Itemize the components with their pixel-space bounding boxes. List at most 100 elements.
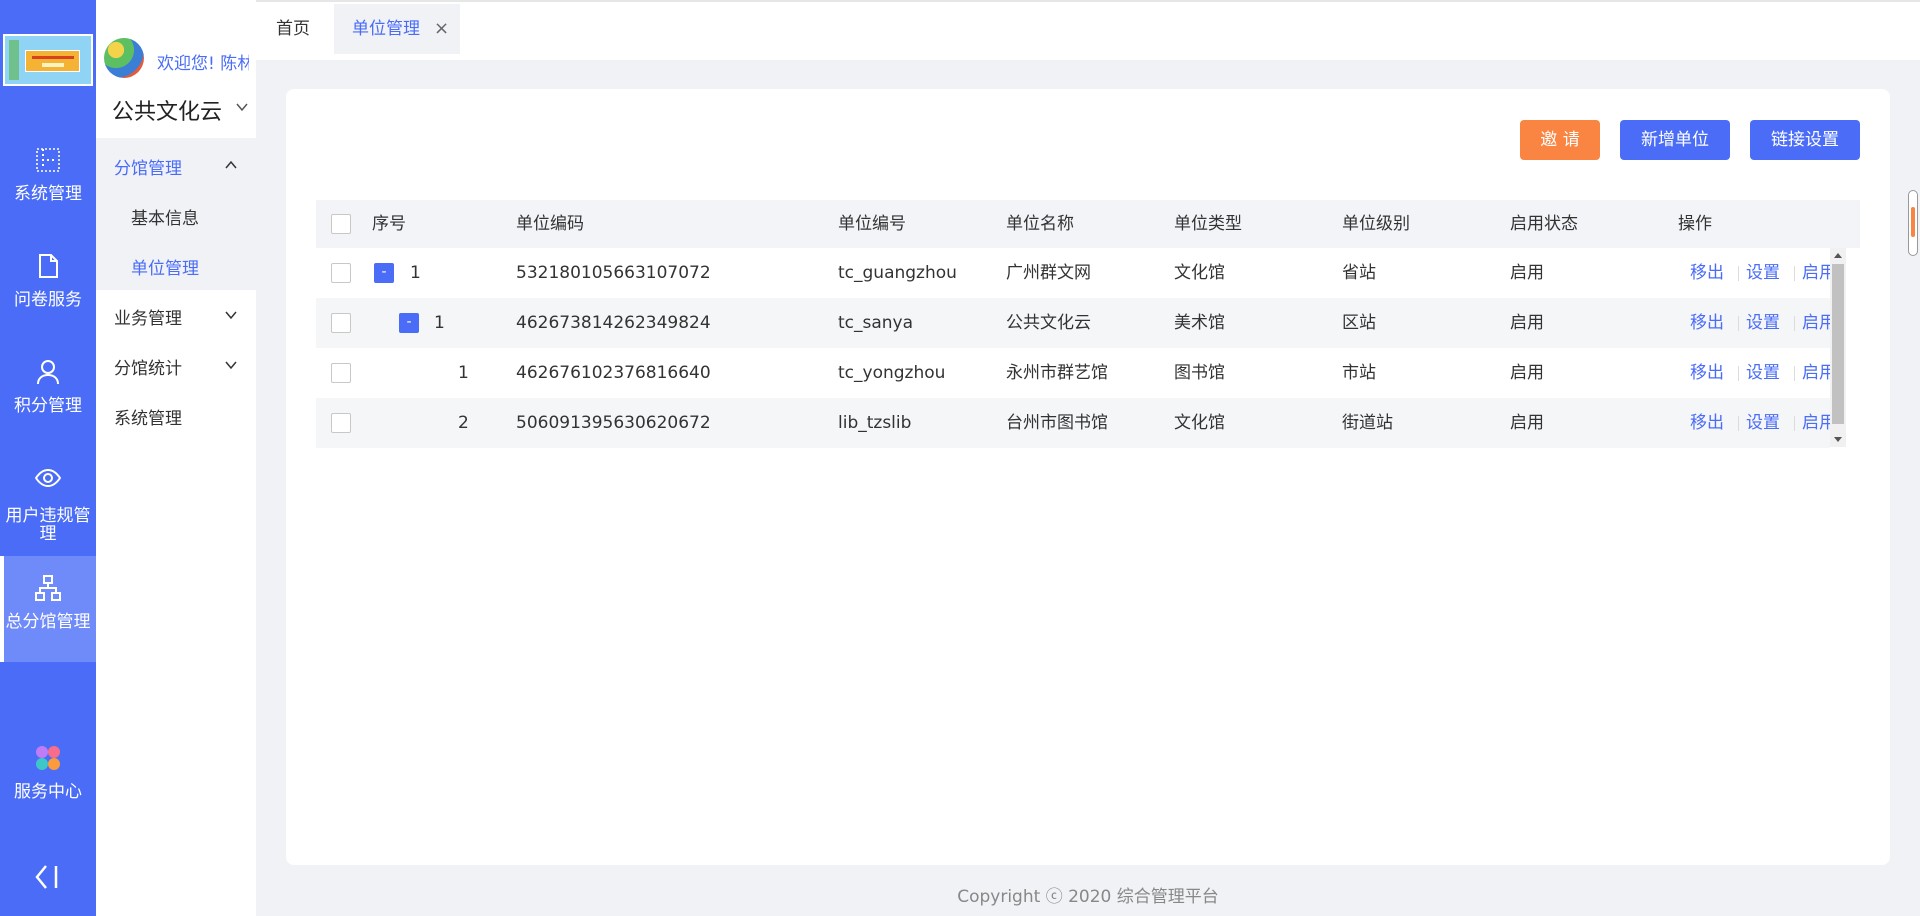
- row-checkbox[interactable]: [331, 263, 351, 283]
- org-chart-icon: [35, 575, 61, 601]
- menu-system-mgmt[interactable]: 系统管理: [114, 404, 182, 429]
- menu-branch-stats[interactable]: 分馆统计: [114, 354, 182, 379]
- divider: [1738, 266, 1739, 281]
- cell-code: 506091395630620672: [516, 413, 711, 433]
- row-checkbox[interactable]: [331, 313, 351, 333]
- cell-type: 图书馆: [1174, 363, 1225, 383]
- chevron-down-icon[interactable]: [235, 100, 249, 114]
- rail-item-branch-mgmt[interactable]: 总分馆管理: [0, 556, 96, 662]
- rail-label-points: 积分管理: [14, 396, 82, 416]
- divider: [1794, 266, 1795, 281]
- cell-code: 532180105663107072: [516, 263, 711, 283]
- divider: [1738, 416, 1739, 431]
- header-status: 启用状态: [1510, 214, 1578, 234]
- enable-link[interactable]: 启用: [1802, 398, 1830, 448]
- divider: [1738, 316, 1739, 331]
- row-checkbox[interactable]: [331, 413, 351, 433]
- enable-link[interactable]: 启用: [1802, 248, 1830, 298]
- table-row: - 1 532180105663107072 tc_guangzhou 广州群文…: [316, 248, 1830, 298]
- cell-number: tc_sanya: [838, 313, 914, 333]
- collapse-icon[interactable]: [32, 862, 64, 892]
- cell-seq: 1: [458, 363, 469, 383]
- menu-business-mgmt[interactable]: 业务管理: [114, 304, 182, 329]
- enable-link[interactable]: 启用: [1802, 298, 1830, 348]
- settings-link[interactable]: 设置: [1746, 398, 1780, 448]
- document-icon: [39, 254, 58, 278]
- divider: [1738, 366, 1739, 381]
- logo-stripe: [9, 40, 19, 80]
- cell-number: lib_tzslib: [838, 413, 912, 433]
- cell-seq: 1: [434, 313, 445, 333]
- menu-branch-mgmt[interactable]: 分馆管理: [114, 154, 182, 179]
- chevron-down-icon[interactable]: [224, 308, 238, 322]
- scroll-down-icon[interactable]: [1834, 437, 1842, 442]
- collapse-row-icon[interactable]: -: [374, 263, 394, 283]
- header-seq: 序号: [372, 214, 406, 234]
- avatar[interactable]: [104, 38, 144, 78]
- app-logo[interactable]: [3, 34, 93, 86]
- cell-status: 启用: [1510, 263, 1544, 283]
- enable-link[interactable]: 启用: [1802, 348, 1830, 398]
- select-all-checkbox[interactable]: [331, 214, 351, 234]
- rail-item-points[interactable]: 积分管理: [0, 342, 96, 448]
- chevron-down-icon[interactable]: [224, 358, 238, 372]
- cell-code: 462673814262349824: [516, 313, 711, 333]
- row-checkbox[interactable]: [331, 363, 351, 383]
- row-actions: 移出 设置 启用: [1682, 298, 1830, 348]
- move-out-link[interactable]: 移出: [1690, 348, 1724, 398]
- rail-label-service-center: 服务中心: [14, 782, 82, 802]
- move-out-link[interactable]: 移出: [1690, 398, 1724, 448]
- cell-seq: 1: [410, 263, 421, 283]
- rail-item-system[interactable]: 系统管理: [0, 130, 96, 236]
- units-table: 序号 单位编码 单位编号 单位名称 单位类型 单位级别 启用状态 操作 - 1 …: [316, 200, 1860, 448]
- cell-code: 462676102376816640: [516, 363, 711, 383]
- close-icon[interactable]: ×: [434, 4, 449, 54]
- page-scrollbar[interactable]: [1908, 190, 1918, 256]
- tab-unit-mgmt-label: 单位管理: [352, 19, 420, 39]
- row-actions: 移出 设置 启用: [1682, 398, 1830, 448]
- settings-link[interactable]: 设置: [1746, 248, 1780, 298]
- petals-icon: [36, 746, 60, 770]
- settings-link[interactable]: 设置: [1746, 348, 1780, 398]
- rail-label-violations-1: 用户违规管: [5, 506, 91, 526]
- row-actions: 移出 设置 启用: [1682, 248, 1830, 298]
- table-scrollbar[interactable]: [1830, 248, 1846, 447]
- invite-button[interactable]: 邀 请: [1520, 120, 1600, 160]
- tab-home[interactable]: 首页: [276, 4, 310, 54]
- table-header: 序号 单位编码 单位编号 单位名称 单位类型 单位级别 启用状态 操作: [316, 200, 1860, 248]
- cell-number: tc_yongzhou: [838, 363, 946, 383]
- collapse-row-icon[interactable]: -: [399, 313, 419, 333]
- cell-seq: 2: [458, 413, 469, 433]
- left-rail: 系统管理 问卷服务 积分管理 用户违规管 理 总分馆管理 服务中心: [0, 0, 96, 916]
- menu-basic-info[interactable]: 基本信息: [131, 204, 199, 229]
- move-out-link[interactable]: 移出: [1690, 298, 1724, 348]
- tab-unit-mgmt[interactable]: 单位管理 ×: [334, 4, 460, 54]
- header-code: 单位编码: [516, 214, 584, 234]
- rail-item-violations[interactable]: 用户违规管 理: [0, 448, 96, 554]
- settings-link[interactable]: 设置: [1746, 298, 1780, 348]
- divider: [1794, 366, 1795, 381]
- scroll-up-icon[interactable]: [1834, 253, 1842, 258]
- table-row: 1 462676102376816640 tc_yongzhou 永州市群艺馆 …: [316, 348, 1830, 398]
- cell-level: 市站: [1342, 363, 1376, 383]
- cell-name: 永州市群艺馆: [1006, 363, 1108, 383]
- cell-level: 省站: [1342, 263, 1376, 283]
- menu-unit-mgmt[interactable]: 单位管理: [131, 254, 199, 279]
- tab-bar: 首页 单位管理 ×: [256, 0, 1920, 60]
- link-settings-button[interactable]: 链接设置: [1750, 120, 1860, 160]
- rail-label-system: 系统管理: [14, 184, 82, 204]
- rail-label-violations-2: 理: [39, 524, 57, 544]
- cell-name: 台州市图书馆: [1006, 413, 1108, 433]
- cell-name: 公共文化云: [1006, 313, 1091, 333]
- rail-item-survey[interactable]: 问卷服务: [0, 236, 96, 342]
- cell-type: 美术馆: [1174, 313, 1225, 333]
- chevron-up-icon[interactable]: [224, 158, 238, 172]
- add-unit-button[interactable]: 新增单位: [1620, 120, 1730, 160]
- header-number: 单位编号: [838, 214, 906, 234]
- rail-item-service-center[interactable]: 服务中心: [0, 730, 96, 836]
- divider: [1794, 416, 1795, 431]
- move-out-link[interactable]: 移出: [1690, 248, 1724, 298]
- secondary-sidebar: 欢迎您! 陈林 公共文化云 分馆管理 基本信息 单位管理 业务管理 分馆统计 系…: [96, 0, 256, 916]
- org-selector[interactable]: 公共文化云: [112, 94, 222, 126]
- scroll-thumb[interactable]: [1832, 264, 1844, 424]
